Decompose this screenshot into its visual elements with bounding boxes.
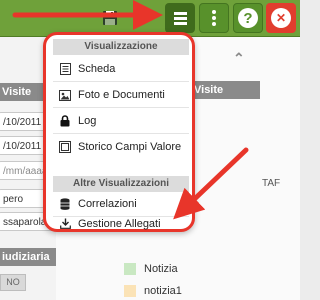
menu-item-scheda[interactable]: Scheda (53, 58, 189, 80)
menu-item-storico-campi-valore[interactable]: Storico Campi Valore (53, 136, 189, 158)
menu-item-log[interactable]: Log (53, 110, 189, 132)
history-icon (59, 141, 71, 153)
menu-item-label: Foto e Documenti (78, 89, 165, 101)
menu-divider (53, 133, 189, 134)
legend-swatch (124, 263, 136, 275)
save-button[interactable] (97, 3, 123, 33)
menu-item-label: Scheda (78, 63, 116, 75)
toggle-no[interactable]: NO (0, 274, 26, 291)
menu-item-label: Gestione Allegati (78, 217, 161, 230)
save-icon (103, 11, 117, 25)
menu-divider (53, 81, 189, 82)
right-section-header: Visite (190, 81, 260, 99)
chevron-up-icon[interactable]: ⌃ (233, 50, 245, 67)
image-icon (59, 89, 71, 101)
view-dropdown-menu: Visualizzazione Scheda Foto e Documenti … (43, 32, 195, 232)
hamburger-icon (173, 10, 187, 27)
close-icon: ✕ (271, 8, 291, 28)
menu-item-foto-documenti[interactable]: Foto e Documenti (53, 84, 189, 106)
menu-item-label: Correlazioni (78, 198, 137, 210)
legend-label: Notizia (144, 263, 178, 275)
legend-item-notizia: Notizia (124, 262, 178, 276)
help-icon: ? (238, 8, 258, 28)
legend-item-notizia1: notizia1 (124, 284, 182, 298)
menu-section-altre-visualizzazioni: Altre Visualizzazioni (53, 176, 189, 192)
menu-item-gestione-allegati[interactable]: Gestione Allegati (53, 217, 189, 230)
menu-item-label: Log (78, 115, 97, 127)
section-header-giudiziaria: iudiziaria (0, 248, 56, 266)
menu-divider (53, 107, 189, 108)
document-icon (59, 63, 71, 75)
menu-item-label: Storico Campi Valore (78, 141, 182, 153)
more-options-button[interactable] (199, 3, 229, 33)
download-icon (59, 218, 71, 230)
partial-label: TAF (262, 178, 281, 189)
menu-button[interactable] (165, 3, 195, 33)
lock-icon (59, 115, 71, 127)
legend-label: notizia1 (144, 285, 182, 297)
help-button[interactable]: ? (233, 3, 263, 33)
close-button[interactable]: ✕ (266, 3, 296, 33)
legend-swatch (124, 285, 136, 297)
menu-item-correlazioni[interactable]: Correlazioni (53, 193, 189, 215)
menu-section-visualizzazione: Visualizzazione (53, 39, 189, 55)
vertical-dots-icon (212, 8, 216, 28)
database-icon (59, 198, 71, 210)
